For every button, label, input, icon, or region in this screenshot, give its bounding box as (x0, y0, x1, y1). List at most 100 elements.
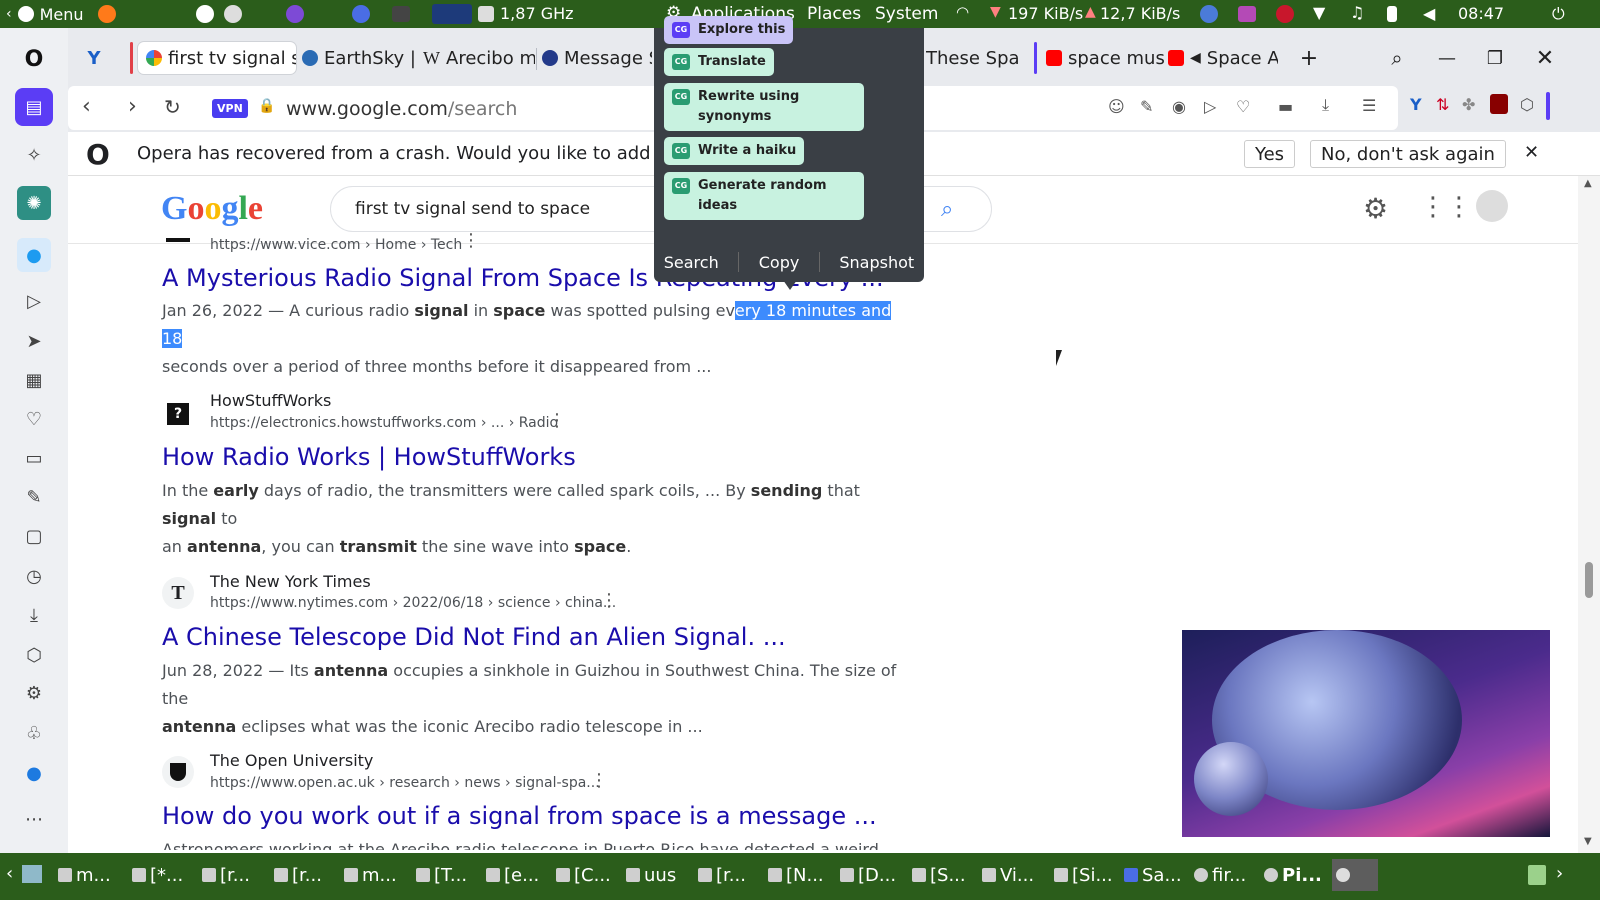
send-icon[interactable]: ➤ (19, 326, 49, 356)
search-tabs-icon[interactable]: ⌕ (1384, 42, 1410, 74)
chatgpt-icon[interactable]: ✺ (17, 186, 51, 220)
taskbar-item-active[interactable] (1332, 859, 1378, 891)
volume-icon[interactable]: ◀ (1423, 4, 1435, 23)
taskbar-item[interactable]: m... (340, 859, 401, 891)
popup-translate-button[interactable]: CG Translate (664, 48, 774, 76)
ublock-icon[interactable] (1490, 94, 1508, 114)
apps-grid-icon[interactable]: ⋮⋮ (1420, 192, 1472, 222)
notification-icon[interactable]: ♫ (1350, 3, 1364, 22)
video-popout-player[interactable] (1182, 630, 1550, 837)
easy-setup-icon[interactable]: ☰ (1362, 96, 1376, 115)
system-menu[interactable]: System (875, 4, 938, 24)
power-icon[interactable]: ⏻ (1552, 4, 1565, 24)
more-icon[interactable]: ⋯ (19, 804, 49, 834)
tabs-icon[interactable]: ▢ (19, 521, 49, 551)
opera-icon[interactable] (352, 5, 370, 23)
tab-space-music[interactable]: space mus (1046, 42, 1166, 74)
avatar[interactable] (1476, 190, 1508, 222)
extension-vivaldi-icon[interactable]: Y (1410, 95, 1422, 114)
scroll-up-icon[interactable]: ▲ (1584, 178, 1592, 189)
app-a-icon[interactable] (196, 5, 214, 23)
settings-icon[interactable] (224, 5, 242, 23)
popup-ideas-button[interactable]: CG Generate random ideas (664, 172, 864, 220)
heart-icon[interactable]: ♡ (19, 404, 49, 434)
heart-icon[interactable]: ♡ (1236, 97, 1250, 116)
player-icon[interactable]: ▷ (19, 286, 49, 316)
news-icon[interactable]: ▭ (19, 443, 49, 473)
tor-icon[interactable] (286, 5, 304, 23)
taskbar-item[interactable]: Pi... (1260, 859, 1326, 891)
result-url[interactable]: https://www.open.ac.uk › research › news… (210, 775, 600, 791)
opera-logo-icon[interactable]: O (19, 44, 49, 74)
result-url[interactable]: https://electronics.howstuffworks.com › … (210, 415, 558, 431)
taskbar-item[interactable]: m... (54, 859, 115, 891)
close-icon[interactable]: ✕ (1524, 142, 1539, 163)
emoji-icon[interactable]: ☺ (1108, 97, 1125, 116)
taskbar-item[interactable]: [Si... (1050, 859, 1117, 891)
popup-rewrite-button[interactable]: CG Rewrite using synonyms (664, 83, 864, 131)
tab-arecibo[interactable]: W Arecibo m (423, 42, 535, 74)
download-icon[interactable]: ⤓ (1322, 95, 1329, 115)
places-menu[interactable]: Places (807, 4, 861, 24)
crash-dont-ask-button[interactable]: No, don't ask again (1310, 140, 1506, 168)
result-title[interactable]: How Radio Works | HowStuffWorks (162, 443, 576, 471)
clock[interactable]: 08:47 (1458, 4, 1504, 23)
restore-icon[interactable]: ❐ (1482, 42, 1508, 74)
more-options-icon[interactable]: ⋮ (548, 412, 566, 430)
record-icon[interactable] (1276, 5, 1294, 23)
close-window-icon[interactable]: ✕ (1532, 42, 1558, 74)
scroll-down-icon[interactable]: ▼ (1584, 836, 1592, 847)
battery-icon[interactable] (1387, 6, 1397, 22)
vpn-badge[interactable]: VPN (212, 99, 248, 118)
workspace-icon[interactable]: ▤ (15, 88, 53, 126)
taskbar-item[interactable]: [N... (764, 859, 828, 891)
back-icon[interactable]: ‹ (82, 94, 91, 119)
tab-pin[interactable]: Y (78, 42, 110, 74)
more-options-icon[interactable]: ⋮ (600, 592, 618, 610)
wifi-icon[interactable]: ◠ (956, 3, 969, 21)
chevron-right-icon[interactable]: › (1556, 863, 1563, 884)
taskbar-item[interactable]: [*... (128, 859, 187, 891)
taskbar-item[interactable]: Sa... (1120, 859, 1186, 891)
tab-space-a[interactable]: ◀ Space A (1168, 42, 1278, 74)
aria-icon[interactable]: ✧ (19, 140, 49, 170)
result-title[interactable]: A Chinese Telescope Did Not Find an Alie… (162, 623, 786, 651)
extension-translate-icon[interactable]: ⇅ (1436, 95, 1449, 114)
gear-icon[interactable]: ⚙ (19, 678, 49, 708)
taskbar-item[interactable]: [r... (694, 859, 750, 891)
firefox-icon[interactable] (97, 5, 116, 23)
extension-puzzle-icon[interactable]: ✤ (1462, 95, 1475, 114)
reload-icon[interactable]: ↻ (164, 95, 181, 119)
extensions-icon[interactable]: ⬡ (19, 640, 49, 670)
send-icon[interactable]: ▷ (1204, 97, 1216, 116)
menu-button[interactable]: ‹ Menu (6, 0, 116, 28)
result-url[interactable]: https://www.vice.com › Home › Tech (210, 237, 462, 253)
search-icon[interactable]: ⌕ (941, 197, 953, 222)
taskbar-item[interactable]: [r... (198, 859, 254, 891)
taskbar-item[interactable]: fir... (1190, 859, 1250, 891)
history-icon[interactable]: ◷ (19, 561, 49, 591)
search-input[interactable]: first tv signal send to space (355, 199, 590, 219)
taskbar-item[interactable]: [T... (412, 859, 471, 891)
popup-copy-button[interactable]: Copy (759, 253, 800, 272)
minimize-icon[interactable]: — (1434, 42, 1460, 74)
page-scrollbar[interactable]: ▲ ▼ (1578, 176, 1600, 853)
taskbar-item[interactable]: Vi... (978, 859, 1038, 891)
show-desktop-icon[interactable] (22, 865, 42, 883)
terminal-icon[interactable] (392, 6, 410, 22)
cube-icon[interactable]: ⬡ (1520, 95, 1534, 114)
speed-dial-icon[interactable]: ▦ (19, 365, 49, 395)
edit-icon[interactable]: ✎ (1140, 97, 1153, 116)
taskbar-item[interactable]: [r... (270, 859, 326, 891)
more-options-icon[interactable]: ⋮ (590, 772, 608, 790)
popup-snapshot-button[interactable]: Snapshot (839, 253, 914, 272)
result-url[interactable]: https://www.nytimes.com › 2022/06/18 › s… (210, 595, 616, 611)
audio-app-icon[interactable] (1238, 6, 1256, 22)
new-tab-button[interactable]: + (1296, 42, 1322, 74)
gear-icon[interactable]: ⚙ (1363, 192, 1388, 225)
camera-icon[interactable]: ◉ (1172, 97, 1186, 116)
taskbar-item[interactable]: uus (622, 859, 680, 891)
popup-search-button[interactable]: Search (664, 253, 719, 272)
lightbulb-icon[interactable]: ♧ (19, 718, 49, 748)
twitter-icon[interactable]: ● (17, 238, 51, 272)
